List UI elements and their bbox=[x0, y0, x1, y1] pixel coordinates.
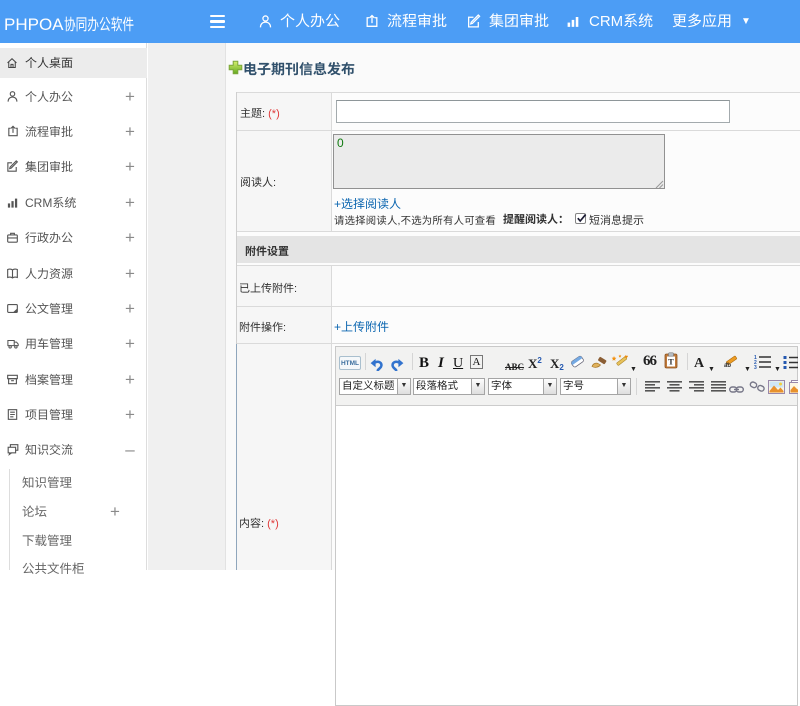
svg-text:3: 3 bbox=[754, 365, 757, 369]
svg-text:T: T bbox=[668, 357, 674, 367]
svg-text:ab: ab bbox=[724, 363, 731, 368]
